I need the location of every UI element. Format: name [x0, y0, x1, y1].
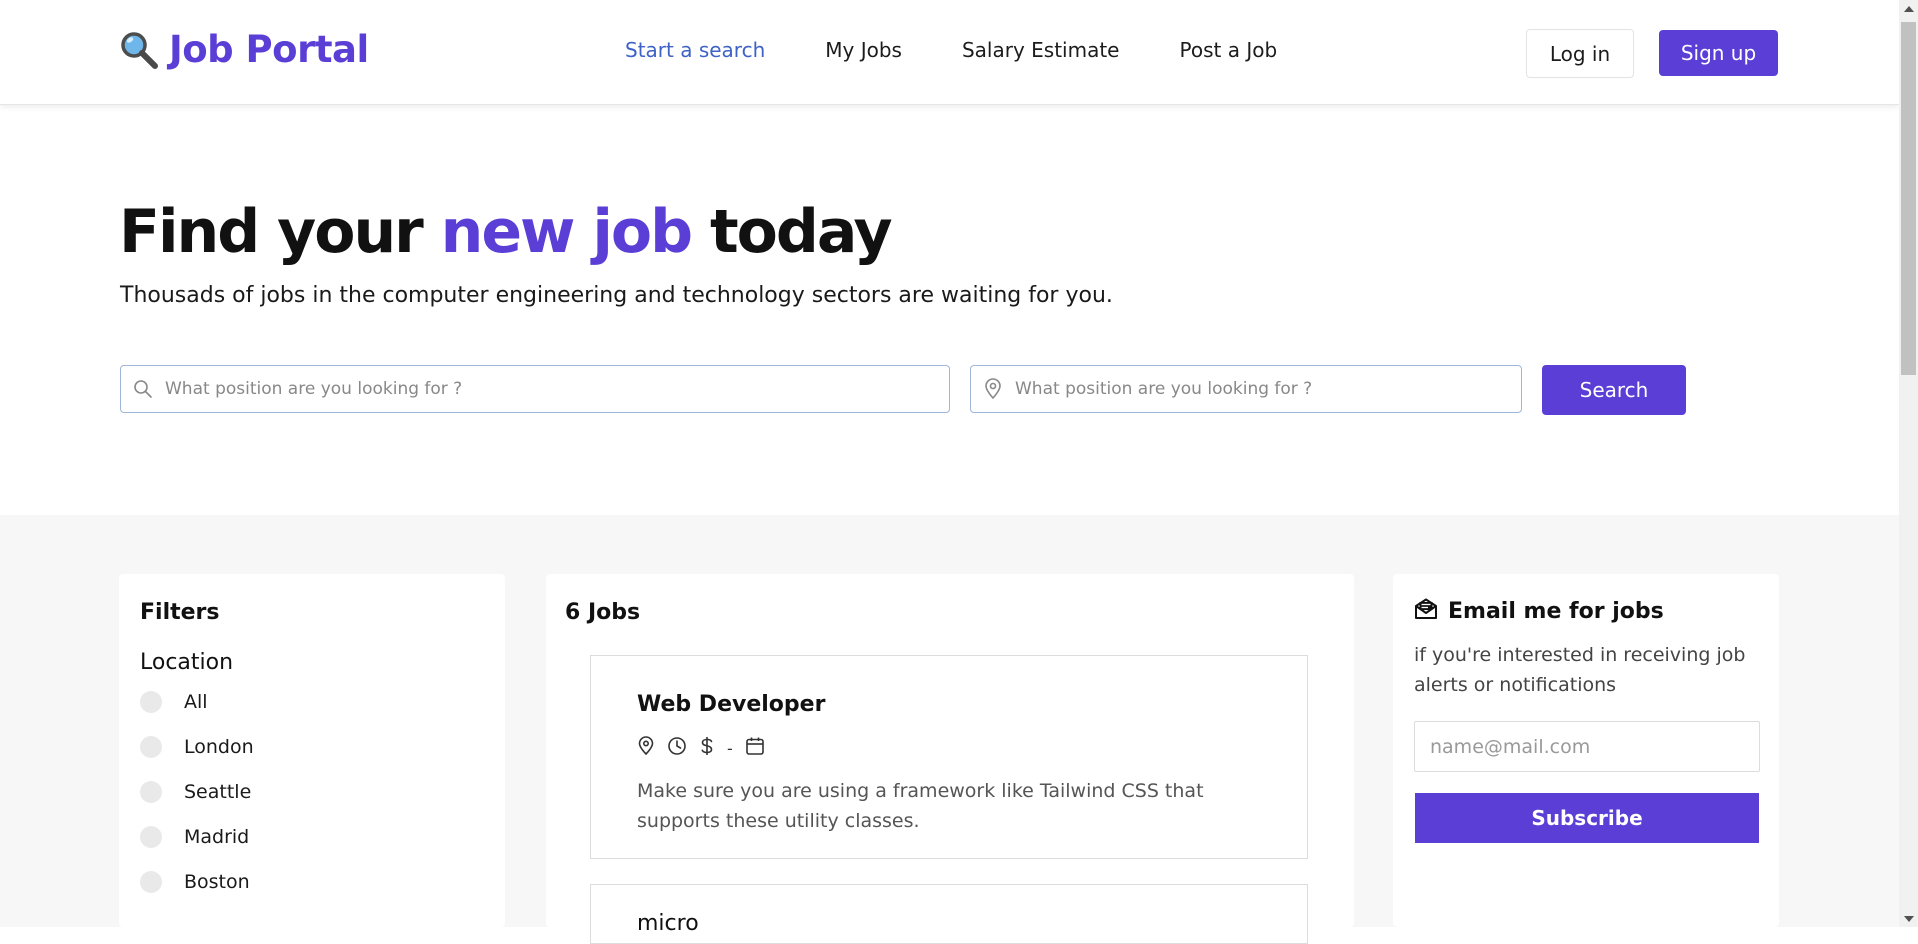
hero-title-accent: new job [440, 197, 693, 267]
location-option-all[interactable]: All [140, 691, 208, 713]
radio-button[interactable] [140, 871, 162, 893]
nav-start-search[interactable]: Start a search [625, 38, 765, 62]
nav-salary-estimate[interactable]: Salary Estimate [962, 38, 1120, 62]
page-scrollbar[interactable] [1899, 0, 1918, 927]
scroll-up-arrow-icon[interactable] [1904, 6, 1914, 12]
radio-button[interactable] [140, 781, 162, 803]
main-nav: Start a search My Jobs Salary Estimate P… [625, 38, 1337, 62]
email-alert-description: if you're interested in receiving job al… [1414, 644, 1746, 696]
nav-post-job[interactable]: Post a Job [1180, 38, 1278, 62]
hero-subtitle: Thousads of jobs in the computer enginee… [120, 283, 1113, 308]
location-filter-title: Location [140, 650, 234, 675]
hero-title-part2: today [710, 197, 893, 267]
email-field[interactable] [1414, 721, 1760, 772]
location-option-label: Madrid [184, 826, 250, 848]
jobs-count: 6 Jobs [565, 600, 641, 625]
job-card[interactable]: Web Developer - Make sure you are using … [590, 655, 1308, 859]
top-navbar: Job Portal Start a search My Jobs Salary… [0, 0, 1899, 105]
location-option-label: Seattle [184, 781, 252, 803]
radio-button[interactable] [140, 736, 162, 758]
location-search-input[interactable] [1013, 378, 1521, 400]
search-button[interactable]: Search [1542, 365, 1686, 415]
location-option-madrid[interactable]: Madrid [140, 826, 249, 848]
subscribe-button[interactable]: Subscribe [1415, 793, 1759, 843]
email-alert-title: Email me for jobs [1448, 598, 1664, 624]
scroll-down-arrow-icon[interactable] [1904, 916, 1914, 922]
location-option-boston[interactable]: Boston [140, 871, 250, 893]
location-pin-icon [983, 378, 1003, 400]
job-description: Make sure you are using a framework like… [637, 780, 1204, 832]
job-card[interactable]: micro [590, 884, 1308, 944]
hero-title-part1: Find your [119, 197, 424, 267]
calendar-icon [745, 736, 765, 760]
mail-icon [1414, 598, 1438, 624]
magnifier-icon [119, 30, 159, 70]
position-search-input[interactable] [163, 378, 949, 400]
brand-logo[interactable]: Job Portal [119, 28, 369, 71]
search-icon [133, 379, 153, 399]
location-option-seattle[interactable]: Seattle [140, 781, 251, 803]
salary-separator: - [727, 738, 733, 758]
brand-name: Job Portal [169, 28, 369, 71]
clock-icon [667, 736, 687, 760]
dollar-icon [699, 736, 715, 760]
location-option-label: All [184, 691, 208, 713]
scroll-thumb[interactable] [1901, 22, 1916, 375]
signup-button[interactable]: Sign up [1659, 30, 1778, 76]
location-option-label: Boston [184, 871, 250, 893]
location-option-label: London [184, 736, 254, 758]
job-meta: - [637, 736, 765, 760]
location-option-london[interactable]: London [140, 736, 254, 758]
position-search-field[interactable] [120, 365, 950, 413]
location-pin-icon [637, 736, 655, 760]
job-title[interactable]: Web Developer [637, 692, 825, 717]
filters-title: Filters [140, 600, 220, 625]
location-search-field[interactable] [970, 365, 1522, 413]
job-title[interactable]: micro [637, 911, 699, 936]
email-alert-header: Email me for jobs [1414, 598, 1664, 624]
radio-button[interactable] [140, 826, 162, 848]
hero-title: Find your new job today [119, 197, 893, 267]
login-button[interactable]: Log in [1526, 29, 1634, 78]
nav-my-jobs[interactable]: My Jobs [825, 38, 902, 62]
radio-button[interactable] [140, 691, 162, 713]
